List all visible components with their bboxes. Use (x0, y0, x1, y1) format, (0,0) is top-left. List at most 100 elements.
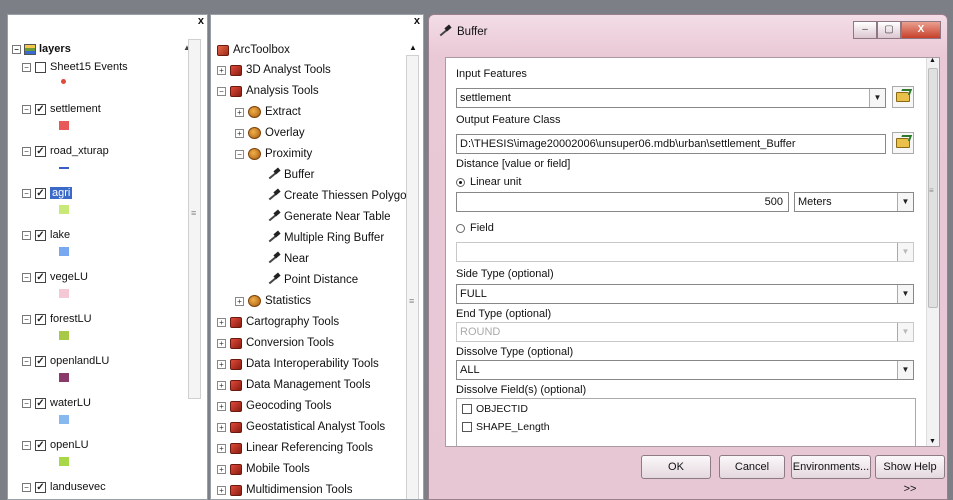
collapse-icon[interactable]: − (22, 482, 31, 492)
output-class-input[interactable]: D:\THESIS\image20002006\unsuper06.mdb\ur… (456, 134, 886, 154)
toolbox-item[interactable]: Point Distance (253, 271, 358, 289)
dissolve-field-item[interactable]: SHAPE_Length (462, 421, 550, 433)
expand-icon[interactable]: + (235, 296, 244, 306)
expand-icon[interactable]: + (217, 380, 226, 390)
layer-visibility-checkbox[interactable] (35, 61, 46, 73)
toolbox-panel-close-icon[interactable]: x (414, 15, 420, 27)
unit-select[interactable]: Meters ▼ (794, 192, 914, 212)
layer-row[interactable]: − ✓ forestLU (22, 311, 92, 327)
layer-name[interactable]: waterLU (50, 397, 91, 409)
layer-symbol-swatch[interactable] (59, 167, 69, 169)
field-select[interactable]: ▼ (456, 242, 914, 262)
layer-row[interactable]: − ✓ settlement (22, 101, 101, 117)
checkbox-icon[interactable] (462, 422, 472, 432)
layer-symbol-swatch[interactable] (59, 205, 69, 214)
layer-symbol-swatch[interactable] (59, 247, 69, 256)
maximize-button[interactable]: ▢ (877, 21, 901, 39)
layer-name[interactable]: openlandLU (50, 355, 109, 367)
collapse-icon[interactable]: − (22, 62, 31, 72)
layer-symbol-swatch[interactable] (61, 79, 66, 84)
expand-icon[interactable]: + (217, 485, 226, 495)
chevron-down-icon[interactable]: ▼ (897, 193, 913, 211)
chevron-down-icon[interactable]: ▼ (897, 323, 913, 341)
layer-symbol-swatch[interactable] (59, 457, 69, 466)
dissolve-field-item[interactable]: OBJECTID (462, 403, 528, 415)
layer-visibility-checkbox[interactable]: ✓ (35, 313, 46, 325)
distance-value-input[interactable]: 500 (456, 192, 789, 212)
layer-name[interactable]: settlement (50, 103, 101, 115)
layer-name[interactable]: agri (50, 187, 73, 199)
chevron-down-icon[interactable]: ▼ (897, 243, 913, 261)
toolbox-item[interactable]: − Analysis Tools (217, 82, 319, 100)
scroll-down-icon[interactable]: ▼ (929, 438, 936, 445)
layer-visibility-checkbox[interactable]: ✓ (35, 439, 46, 451)
close-button[interactable]: X (901, 21, 941, 39)
layer-symbol-swatch[interactable] (59, 121, 69, 130)
toolbox-item[interactable]: Near (253, 250, 309, 268)
toolbox-root[interactable]: ArcToolbox (217, 41, 290, 59)
collapse-icon[interactable]: − (22, 230, 31, 240)
toolbox-item[interactable]: + Statistics (235, 292, 311, 310)
layer-name[interactable]: vegeLU (50, 271, 88, 283)
layers-scrollbar[interactable]: ≡ (188, 39, 201, 399)
scroll-up-icon[interactable]: ▲ (929, 58, 936, 64)
toolbox-scrollbar[interactable]: ≡ (406, 55, 419, 499)
side-type-select[interactable]: FULL ▼ (456, 284, 914, 304)
layer-row[interactable]: − Sheet15 Events (22, 59, 128, 75)
layer-row[interactable]: − ✓ openlandLU (22, 353, 109, 369)
input-features-select[interactable]: settlement ▼ (456, 88, 886, 108)
layer-visibility-checkbox[interactable]: ✓ (35, 271, 46, 283)
layer-visibility-checkbox[interactable]: ✓ (35, 397, 46, 409)
environments-button[interactable]: Environments... (791, 455, 871, 479)
toolbox-item[interactable]: +3D Analyst Tools (217, 61, 331, 79)
scroll-up-icon[interactable]: ▲ (409, 43, 417, 52)
expand-icon[interactable]: + (235, 128, 244, 138)
end-type-select[interactable]: ROUND ▼ (456, 322, 914, 342)
toolbox-item[interactable]: + Linear Referencing Tools (217, 439, 373, 457)
layer-name[interactable]: forestLU (50, 313, 92, 325)
toolbox-item[interactable]: Buffer (253, 166, 314, 184)
checkbox-icon[interactable] (462, 404, 472, 414)
collapse-icon[interactable]: − (22, 188, 31, 198)
expand-icon[interactable]: + (217, 359, 226, 369)
layer-symbol-swatch[interactable] (59, 331, 69, 340)
expand-icon[interactable]: + (217, 65, 226, 75)
layer-name[interactable]: openLU (50, 439, 89, 451)
chevron-down-icon[interactable]: ▼ (897, 285, 913, 303)
toolbox-item[interactable]: + Geostatistical Analyst Tools (217, 418, 385, 436)
linear-unit-radio[interactable]: Linear unit (456, 176, 521, 188)
layer-visibility-checkbox[interactable]: ✓ (35, 229, 46, 241)
show-help-button[interactable]: Show Help >> (875, 455, 945, 495)
toolbox-item[interactable]: − Proximity (235, 145, 312, 163)
layer-row[interactable]: − ✓ road_xturap (22, 143, 109, 159)
collapse-icon[interactable]: − (22, 104, 31, 114)
layer-visibility-checkbox[interactable]: ✓ (35, 103, 46, 115)
toolbox-item[interactable]: Create Thiessen Polygons (253, 187, 419, 205)
layers-root[interactable]: − layers (12, 41, 71, 57)
layer-visibility-checkbox[interactable]: ✓ (35, 187, 46, 199)
collapse-icon[interactable]: − (217, 86, 226, 96)
dialog-titlebar[interactable]: Buffer (437, 25, 487, 39)
layer-visibility-checkbox[interactable]: ✓ (35, 481, 46, 493)
expand-icon[interactable]: + (217, 443, 226, 453)
toolbox-item[interactable]: Multiple Ring Buffer (253, 229, 384, 247)
toolbox-item[interactable]: Generate Near Table (253, 208, 391, 226)
layer-visibility-checkbox[interactable]: ✓ (35, 355, 46, 367)
collapse-icon[interactable]: − (22, 398, 31, 408)
expand-icon[interactable]: + (235, 107, 244, 117)
dialog-scrollbar[interactable]: ▲ ≡ ▼ (926, 58, 939, 446)
collapse-icon[interactable]: − (22, 146, 31, 156)
toolbox-item[interactable]: + Extract (235, 103, 301, 121)
ok-button[interactable]: OK (641, 455, 711, 479)
field-radio[interactable]: Field (456, 222, 494, 234)
collapse-icon[interactable]: − (22, 314, 31, 324)
collapse-icon[interactable]: − (22, 356, 31, 366)
layer-symbol-swatch[interactable] (59, 289, 69, 298)
chevron-down-icon[interactable]: ▼ (869, 89, 885, 107)
layer-row[interactable]: − ✓ landusevec (22, 479, 106, 495)
layers-panel-close-icon[interactable]: x (198, 15, 204, 27)
expand-icon[interactable]: + (217, 422, 226, 432)
collapse-icon[interactable]: − (12, 44, 21, 54)
layer-row[interactable]: − ✓ vegeLU (22, 269, 88, 285)
cancel-button[interactable]: Cancel (719, 455, 785, 479)
